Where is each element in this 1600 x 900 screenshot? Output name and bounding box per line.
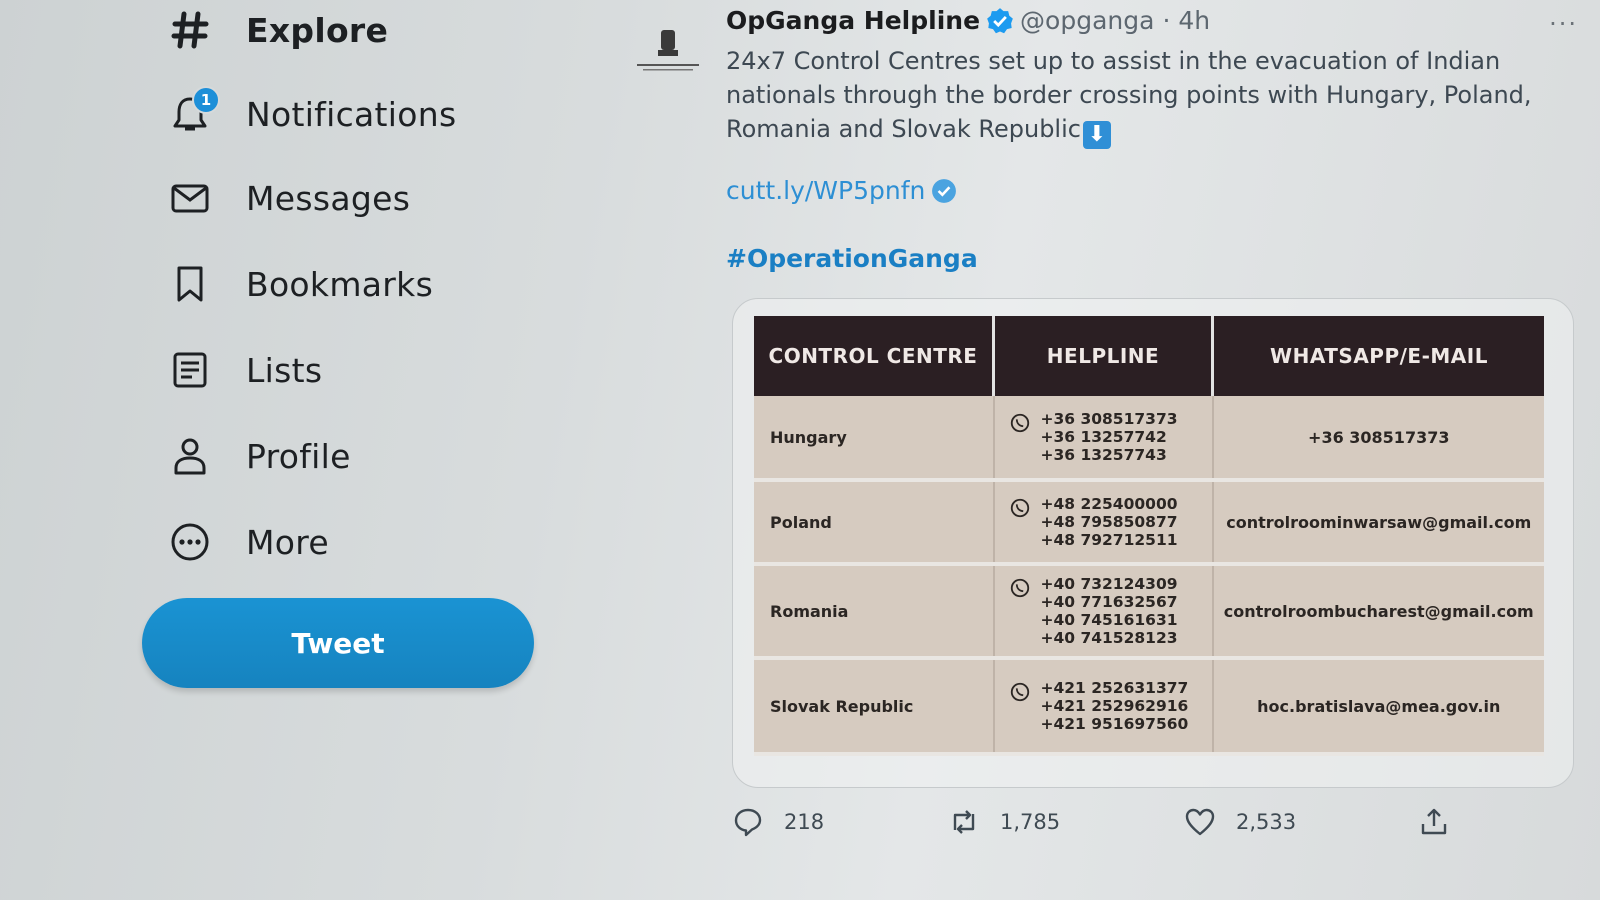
notification-badge: 1 [192,86,220,114]
nav-more-label: More [246,522,330,562]
table-row: Romania +40 732124309 +40 771632567 +40 … [754,564,1544,660]
like-count: 2,533 [1236,810,1297,834]
tweet-text: 24x7 Control Centres set up to assist in… [726,44,1556,149]
contact-cell: +36 308517373 [1212,396,1544,482]
whatsapp-icon [1010,413,1029,433]
down-arrow-emoji-icon: ⬇ [1082,121,1111,149]
nav-notifications-label: Notifications [246,94,457,134]
phone-number: +421 252631377 [1040,679,1189,697]
nav-profile[interactable]: Profile [168,426,351,486]
table-row: Hungary +36 308517373 +36 13257742 +36 1… [754,396,1544,482]
hashtag-link[interactable]: #OperationGanga [726,244,978,273]
hashtag-icon [168,8,212,52]
phone-number: +36 308517373 [1040,410,1178,428]
tweet-card: OpGanga Helpline @opganga · 4h ··· 24x7 … [610,0,1600,900]
nav-explore[interactable]: Explore [168,0,388,60]
more-circle-icon [168,520,212,564]
tweet-header: OpGanga Helpline @opganga · 4h [726,6,1210,35]
envelope-icon [168,176,212,220]
country-cell: Poland [754,480,995,566]
nav-notifications[interactable]: 1 Notifications [168,84,456,144]
nav-lists-label: Lists [246,350,323,390]
emblem-icon [637,30,699,71]
share-button[interactable] [1418,806,1470,838]
phone-number: +48 225400000 [1040,495,1178,513]
nav-messages-label: Messages [246,178,411,218]
reply-icon [734,808,762,837]
retweet-icon [953,810,975,834]
table-header-row: CONTROL CENTRE HELPLINE WHATSAPP/E-MAIL [754,316,1544,396]
tweet-text-content: 24x7 Control Centres set up to assist in… [726,47,1532,143]
reply-button[interactable]: 218 [732,806,824,838]
tweet-actions: 218 1,785 2,533 [732,806,1572,850]
verified-badge-icon [987,7,1013,33]
phone-number: +421 951697560 [1040,715,1189,733]
contact-cell: controlroombucharest@gmail.com [1212,564,1544,660]
tweet-link-text[interactable]: cutt.ly/WP5pnfn [726,176,925,205]
bell-icon: 1 [168,86,220,136]
whatsapp-icon [1010,578,1029,598]
retweet-button[interactable]: 1,785 [948,806,1060,838]
tweet-time[interactable]: · 4h [1162,6,1210,35]
nav-lists[interactable]: Lists [168,340,322,400]
phone-number: +48 792712511 [1040,531,1178,549]
nav-profile-label: Profile [246,436,351,476]
person-icon [168,434,212,478]
whatsapp-icon [1010,498,1029,518]
table-row: Slovak Republic +421 252631377 +421 2529… [754,658,1544,756]
phone-number: +421 252962916 [1040,697,1189,715]
phone-number: +40 741528123 [1040,629,1178,647]
share-icon [1421,808,1447,835]
phone-number: +36 13257742 [1040,428,1167,446]
phones-cell: +421 252631377 +421 252962916 +421 95169… [993,658,1214,756]
phones-cell: +48 225400000 +48 795850877 +48 79271251… [993,480,1214,566]
nav-messages[interactable]: Messages [168,168,410,228]
country-cell: Hungary [754,396,995,482]
whatsapp-icon [1010,682,1029,702]
phone-number: +40 732124309 [1040,575,1178,593]
avatar[interactable] [630,14,706,90]
author-name[interactable]: OpGanga Helpline [726,6,980,35]
phone-number: +48 795850877 [1040,513,1178,531]
phones-cell: +36 308517373 +36 13257742 +36 13257743 [993,396,1214,482]
table-row: Poland +48 225400000 +48 795850877 +48 7… [754,480,1544,566]
header-whatsapp-email: WHATSAPP/E-MAIL [1212,316,1544,396]
retweet-count: 1,785 [1000,810,1061,834]
reply-count: 218 [784,810,825,834]
contact-cell: hoc.bratislava@mea.gov.in [1212,658,1544,756]
phone-number: +40 771632567 [1040,593,1178,611]
country-cell: Slovak Republic [754,658,995,756]
phones-cell: +40 732124309 +40 771632567 +40 74516163… [993,564,1214,660]
check-circle-icon [932,178,957,203]
author-handle[interactable]: @opganga [1020,6,1154,35]
control-centre-table: CONTROL CENTRE HELPLINE WHATSAPP/E-MAIL … [754,316,1544,756]
phone-number: +36 13257743 [1040,446,1167,464]
phone-number: +40 745161631 [1040,611,1178,629]
nav-bookmarks-label: Bookmarks [246,264,434,304]
nav-more[interactable]: More [168,512,329,572]
like-button[interactable]: 2,533 [1184,806,1296,838]
country-cell: Romania [754,564,995,660]
tweet-button[interactable]: Tweet [142,598,534,688]
tweet-link[interactable]: cutt.ly/WP5pnfn [726,176,957,205]
header-helpline: HELPLINE [993,316,1214,396]
contact-cell: controlroominwarsaw@gmail.com [1212,480,1544,566]
nav-bookmarks[interactable]: Bookmarks [168,254,433,314]
nav-explore-label: Explore [246,10,389,50]
bookmark-icon [168,262,212,306]
list-icon [168,348,212,392]
heart-icon [1185,808,1215,836]
sidebar: Explore 1 Notifications Messages Bookmar… [0,0,600,900]
more-options-icon[interactable]: ··· [1549,10,1578,38]
header-control-centre: CONTROL CENTRE [754,316,995,396]
